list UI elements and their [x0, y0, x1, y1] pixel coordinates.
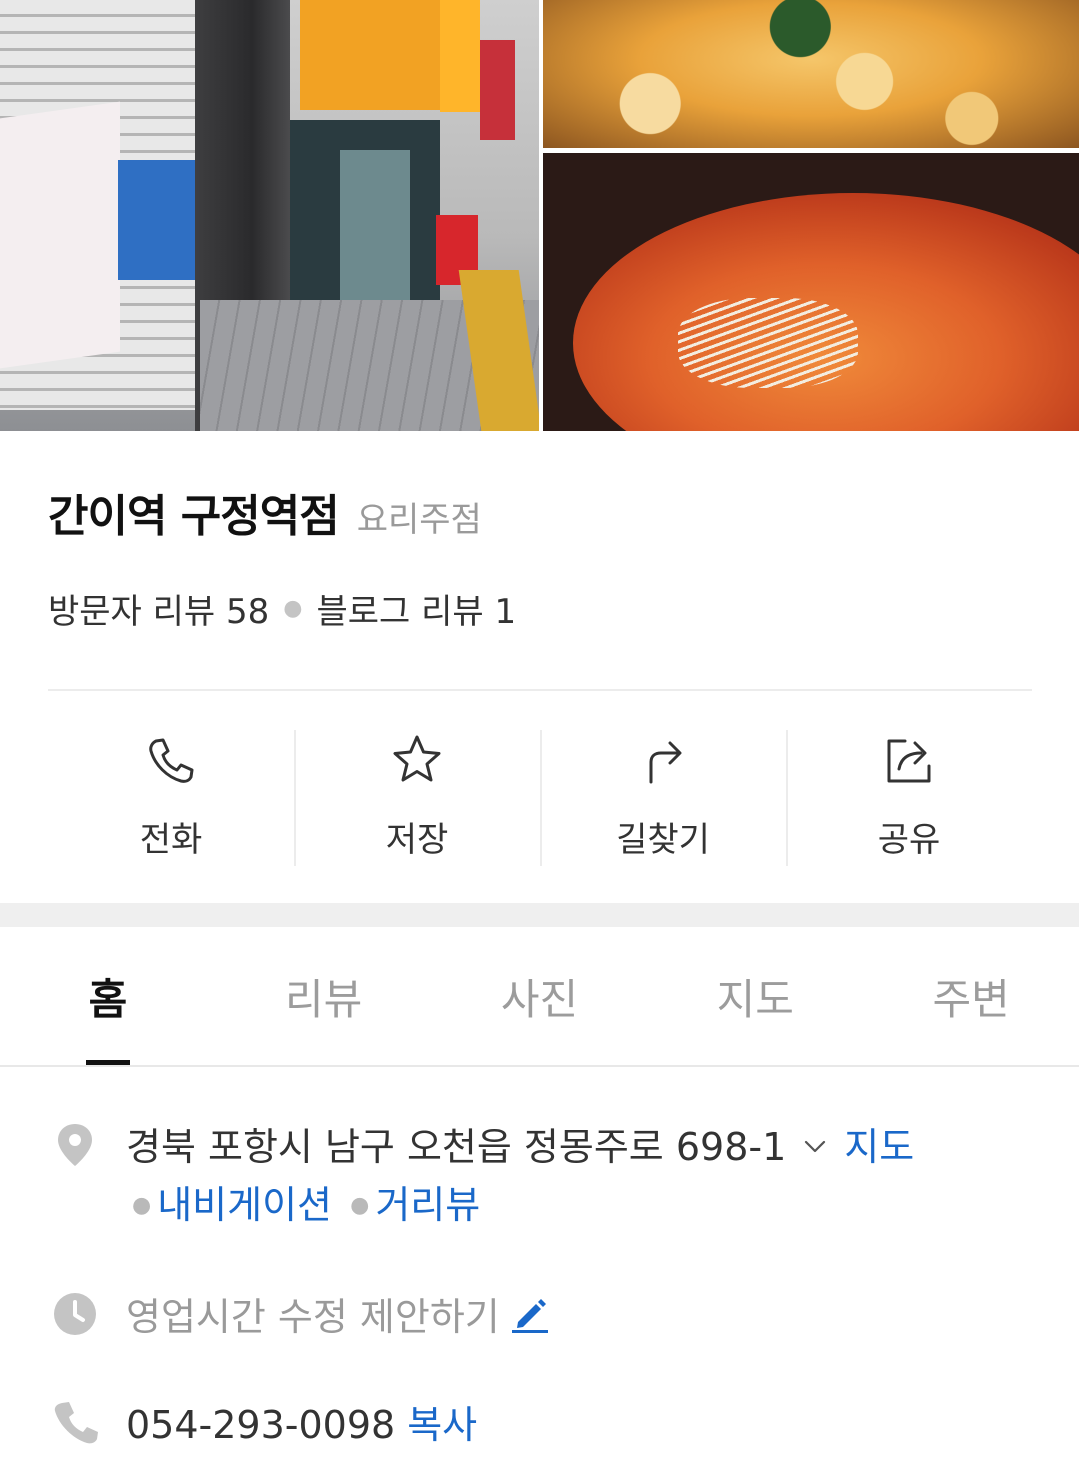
food-photo-top[interactable]	[543, 0, 1079, 148]
food-texture-graphic	[543, 0, 1079, 148]
tab-reviews[interactable]: 리뷰	[216, 927, 432, 1065]
phone-icon	[149, 738, 194, 783]
hours-row[interactable]: 영업시간 수정 제안하기	[126, 1286, 550, 1341]
door-glass-graphic	[340, 150, 410, 310]
streetview-link[interactable]: 거리뷰	[375, 1183, 480, 1227]
divider	[48, 689, 1032, 691]
tab-bar: 홈 리뷰 사진 지도 주변	[0, 927, 1079, 1065]
copy-button[interactable]: 복사	[407, 1403, 477, 1447]
visitor-reviews-link[interactable]: 방문자 리뷰 58	[48, 584, 269, 633]
tab-nearby[interactable]: 주변	[863, 927, 1079, 1065]
star-icon	[393, 735, 441, 782]
address-text: 경북 포항시 남구 오천읍 정몽주로 698-1	[126, 1125, 787, 1169]
food-photo-bottom[interactable]	[543, 153, 1079, 431]
location-pin-icon	[58, 1124, 92, 1166]
phone-row: 054-293-0098 복사	[126, 1394, 477, 1449]
address-row: 경북 포항시 남구 오천읍 정몽주로 698-1 지도 ● 내비게이션 ● 거리뷰	[126, 1118, 1026, 1241]
tab-photos[interactable]: 사진	[432, 927, 648, 1065]
tab-map[interactable]: 지도	[647, 927, 863, 1065]
sprouts-graphic	[678, 298, 858, 388]
call-label: 전화	[139, 820, 203, 860]
store-sign-graphic	[300, 0, 450, 110]
clock-icon	[54, 1293, 96, 1335]
red-sign-graphic	[480, 40, 515, 140]
photo-gallery[interactable]	[0, 0, 1079, 431]
separator-dot: ●	[350, 1193, 370, 1218]
store-sign-graphic-2	[440, 0, 480, 112]
blue-panel-graphic	[118, 160, 198, 280]
place-category: 요리주점	[356, 500, 482, 540]
separator-dot: ●	[283, 596, 303, 621]
title-row: 간이역 구정역점 요리주점	[48, 480, 482, 550]
directions-button[interactable]: 길찾기	[540, 728, 786, 868]
pencil-icon[interactable]	[510, 1294, 550, 1334]
call-button[interactable]: 전화	[48, 728, 294, 868]
storefront-photo[interactable]	[0, 0, 539, 431]
tab-home[interactable]: 홈	[0, 927, 216, 1065]
banner-graphic	[0, 101, 120, 369]
map-link[interactable]: 지도	[844, 1125, 914, 1169]
blog-reviews-link[interactable]: 블로그 리뷰 1	[316, 584, 516, 633]
tabs-border	[0, 1065, 1079, 1067]
phone-number[interactable]: 054-293-0098	[126, 1403, 395, 1447]
section-gap	[0, 903, 1079, 927]
save-button[interactable]: 저장	[294, 728, 540, 868]
place-name: 간이역 구정역점	[48, 491, 340, 542]
action-bar: 전화 저장 길찾기 공유	[48, 728, 1032, 868]
share-label: 공유	[877, 820, 941, 860]
phone-icon	[54, 1402, 98, 1444]
directions-label: 길찾기	[616, 820, 710, 860]
separator-dot: ●	[132, 1193, 152, 1218]
hours-suggest-text[interactable]: 영업시간 수정 제안하기	[126, 1286, 500, 1341]
chevron-down-icon[interactable]	[804, 1135, 826, 1157]
directions-icon	[649, 741, 682, 784]
save-label: 저장	[385, 820, 449, 860]
review-counts: 방문자 리뷰 58 ● 블로그 리뷰 1	[48, 584, 516, 633]
share-button[interactable]: 공유	[786, 728, 1032, 868]
share-icon	[887, 739, 931, 783]
navigation-link[interactable]: 내비게이션	[157, 1183, 332, 1227]
